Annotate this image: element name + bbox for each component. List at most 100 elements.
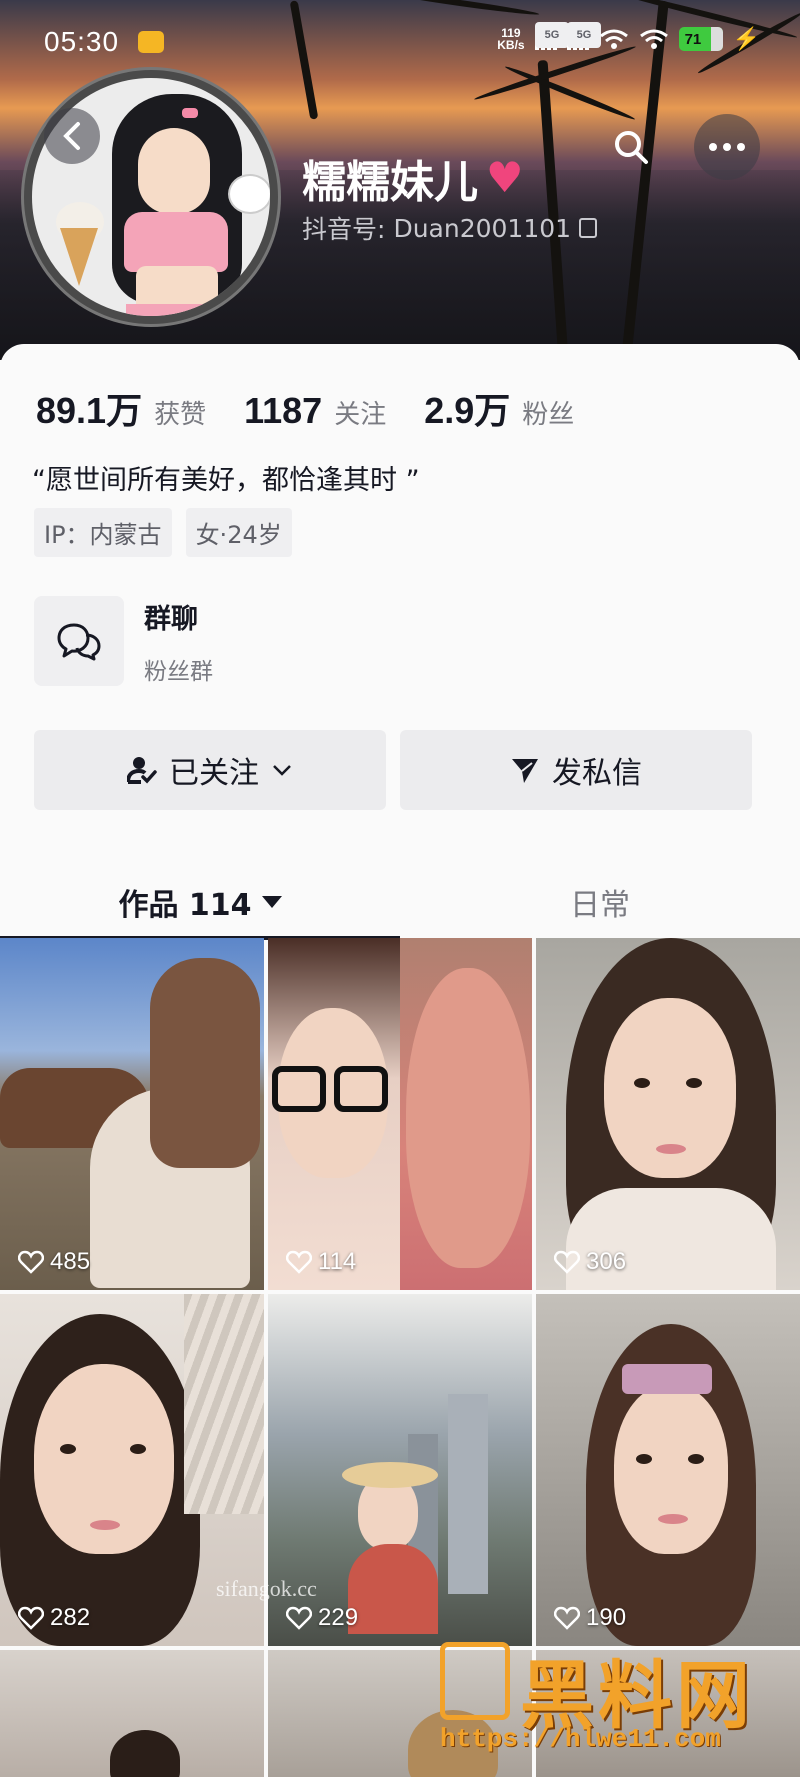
hair-roller-shape (622, 1364, 712, 1394)
message-label: 发私信 (552, 756, 642, 791)
heart-outline-icon (554, 1606, 580, 1630)
like-count-value: 282 (50, 1604, 91, 1631)
stat-likes: 89.1万 获赞 (36, 382, 206, 434)
overlay-watermark-text: sifangok.cc (216, 1576, 317, 1601)
chevron-left-icon (63, 122, 80, 150)
wifi-icon (599, 29, 628, 49)
profile-actions: 已关注 发私信 (34, 730, 752, 810)
stat-followers[interactable]: 2.9万 粉丝 (424, 382, 574, 434)
ceiling-shape (184, 1294, 264, 1514)
stat-following[interactable]: 1187 关注 (244, 390, 386, 432)
avatar-kitty (228, 174, 270, 214)
signal-label: 5G (566, 22, 602, 48)
video-thumbnail[interactable]: 114 (268, 938, 532, 1290)
like-count: 229 (286, 1604, 358, 1632)
network-speed: 119 KB/s (497, 27, 524, 51)
like-count-value: 306 (586, 1248, 627, 1275)
stat-followers-value: 2.9万 (424, 390, 511, 431)
stat-followers-label: 粉丝 (522, 400, 575, 430)
back-button[interactable] (44, 108, 100, 164)
more-dots-icon (709, 143, 745, 151)
douyin-id-label: 抖音号: (302, 215, 386, 244)
user-check-icon (127, 757, 157, 784)
send-icon (512, 759, 538, 783)
status-icons: 119 KB/s 5G 5G 71 ⚡ (497, 22, 760, 52)
like-count: 306 (554, 1248, 626, 1276)
heart-outline-icon (554, 1250, 580, 1274)
ip-location-tag: IP：内蒙古 (34, 508, 172, 557)
glasses-right (334, 1066, 388, 1112)
following-button[interactable]: 已关注 (34, 730, 386, 810)
stat-likes-value: 89.1万 (36, 390, 143, 431)
glasses-left (272, 1066, 326, 1112)
charging-icon: ⚡ (732, 26, 760, 51)
site-watermark: 黑料网 https://hlwe11.com (440, 1636, 780, 1756)
face-shape (614, 1384, 728, 1554)
like-count: 485 (18, 1248, 90, 1276)
network-speed-unit: KB/s (497, 38, 525, 52)
avatar[interactable] (24, 70, 278, 324)
profile-nickname: 糯糯妹儿 ♥ (302, 146, 524, 210)
avatar-hairclip (182, 108, 198, 118)
heart-outline-icon (286, 1250, 312, 1274)
wifi-icon (639, 29, 668, 49)
tab-works[interactable]: 作品 114 (0, 864, 400, 940)
following-label: 已关注 (169, 756, 259, 791)
video-thumbnail[interactable]: 306 (536, 938, 800, 1290)
like-count-value: 190 (586, 1604, 627, 1631)
video-thumbnail[interactable]: 485 (0, 938, 264, 1290)
hair-shape (110, 1730, 180, 1777)
profile-bio: “愿世间所有美好，都恰逢其时 ” (32, 465, 420, 496)
douyin-id-value: Duan2001101 (393, 213, 572, 243)
nickname-text: 糯糯妹儿 (302, 157, 478, 208)
group-subtitle: 粉丝群 (144, 658, 213, 685)
palm-frond (503, 63, 637, 123)
heart-emoji-icon: ♥ (486, 153, 524, 202)
heart-outline-icon (18, 1606, 44, 1630)
status-time: 05:30 (44, 26, 120, 57)
notification-icon (138, 31, 164, 53)
status-bar: 05:30 119 KB/s 5G 5G 71 ⚡ (0, 22, 800, 62)
more-button[interactable] (694, 114, 760, 180)
fan-group-entry[interactable]: 群聊 粉丝群 (34, 596, 213, 686)
search-button[interactable] (598, 114, 664, 180)
group-title: 群聊 (144, 603, 198, 635)
lip-shape (90, 1520, 120, 1530)
sunhat-shape (342, 1462, 438, 1488)
tab-daily[interactable]: 日常 (400, 864, 800, 940)
caret-down-icon (261, 896, 282, 908)
avatar-shirt (124, 212, 228, 272)
gender-age-tag: 女·24岁 (185, 508, 292, 557)
face-right (406, 968, 530, 1268)
building-shape (448, 1394, 488, 1594)
copy-icon[interactable] (579, 218, 598, 238)
group-text: 群聊 粉丝群 (144, 597, 213, 686)
watermark-url: https://hlwe11.com (440, 1724, 721, 1754)
like-count-value: 114 (318, 1248, 357, 1275)
avatar-cone (60, 228, 98, 286)
avatar-face (138, 128, 210, 214)
like-count: 190 (554, 1604, 626, 1632)
message-button[interactable]: 发私信 (400, 730, 752, 810)
tab-daily-label: 日常 (570, 888, 630, 923)
heart-outline-icon (18, 1250, 44, 1274)
video-thumbnail[interactable]: 190 (536, 1294, 800, 1646)
like-count-value: 485 (50, 1248, 91, 1275)
signal-icon: 5G (534, 22, 570, 50)
like-count-value: 229 (318, 1604, 359, 1631)
profile-tags: IP：内蒙古 女·24岁 (34, 508, 292, 557)
battery-icon: 71 (678, 27, 723, 51)
stat-likes-label: 获赞 (154, 400, 207, 430)
search-icon (615, 131, 648, 164)
douyin-id: 抖音号: Duan2001101 (302, 210, 598, 246)
profile-banner: 05:30 119 KB/s 5G 5G 71 ⚡ 糯糯妹儿 ♥ 抖音号: Du… (0, 0, 800, 360)
stat-following-label: 关注 (334, 400, 387, 430)
lip-shape (656, 1144, 686, 1154)
dress-shape (348, 1544, 438, 1634)
heart-outline-icon (286, 1606, 312, 1630)
chevron-down-icon (273, 765, 291, 776)
video-thumbnail[interactable] (0, 1650, 264, 1777)
group-chat-icon (34, 596, 124, 686)
person-hair (150, 958, 260, 1168)
watermark-logo-icon (440, 1642, 510, 1720)
